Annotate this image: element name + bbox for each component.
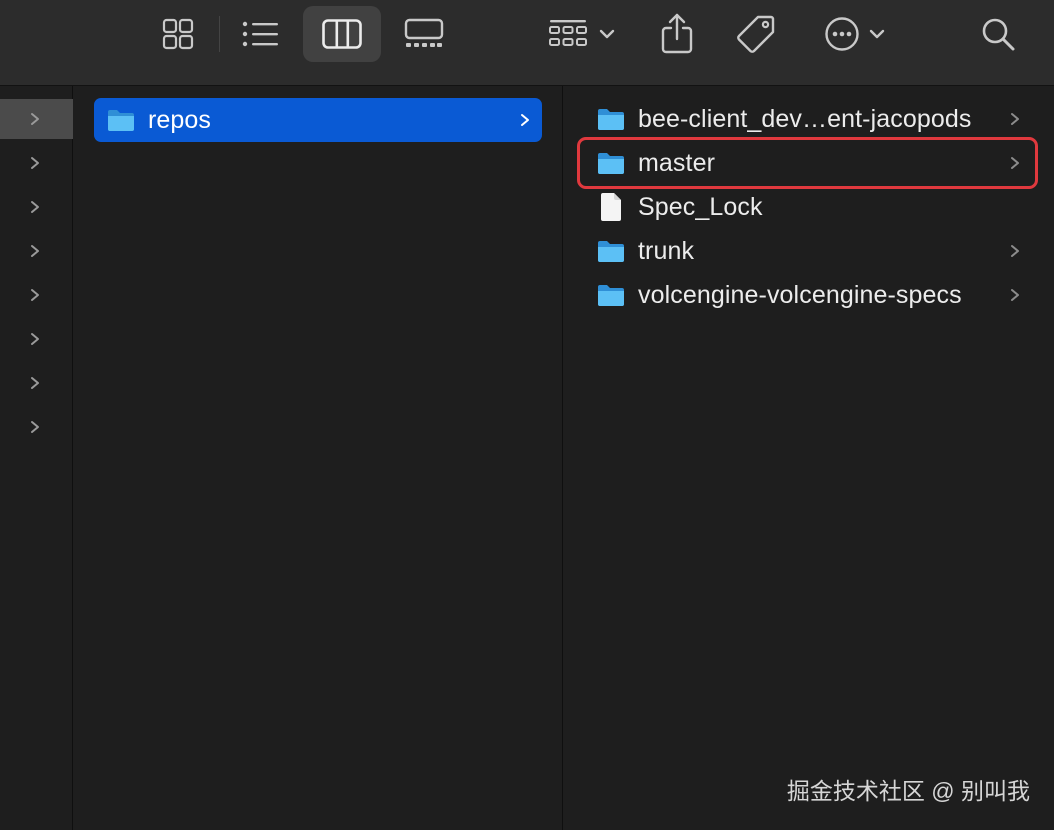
repos-contents-column: bee-client_dev…ent-jacopodsmaster Spec_Lo…: [564, 86, 1054, 830]
repos-parent-column: [74, 86, 563, 830]
parent-column-row[interactable]: [0, 363, 73, 403]
chevron-right-icon: [1011, 289, 1019, 301]
folder-icon: [596, 237, 626, 265]
gallery-icon: [404, 18, 444, 47]
chevron-right-icon: [31, 113, 39, 125]
folder-label: trunk: [638, 236, 695, 265]
folder-label: bee-client_dev…ent-jacopods: [638, 104, 972, 133]
file-row-spec-lock[interactable]: Spec_Lock: [596, 186, 1036, 228]
chevron-right-icon: [31, 157, 39, 169]
chevron-right-icon: [31, 421, 39, 433]
chevron-right-icon: [31, 245, 39, 257]
chevron-right-icon: [1011, 113, 1019, 125]
folder-row-bee-client-dev-ent-jacopods[interactable]: bee-client_dev…ent-jacopods: [596, 98, 1036, 140]
folder-row-trunk[interactable]: trunk: [596, 230, 1036, 272]
folder-label: master: [638, 148, 716, 177]
chevron-right-icon: [1011, 245, 1019, 257]
folder-icon: [596, 105, 626, 133]
parent-column-row[interactable]: [0, 99, 73, 139]
more-actions-button[interactable]: [816, 10, 894, 58]
folder-label: repos: [148, 105, 212, 134]
chevron-right-icon: [31, 333, 39, 345]
column-view-button[interactable]: [303, 6, 381, 62]
tag-icon: [737, 15, 775, 53]
watermark-text: 掘金技术社区 @ 别叫我: [786, 778, 1030, 804]
folder-icon: [106, 106, 136, 134]
ellipsis-circle-icon: [825, 17, 859, 51]
chevron-right-icon: [31, 377, 39, 389]
folder-row-volcengine-volcengine-specs[interactable]: volcengine-volcengine-specs: [596, 274, 1036, 316]
toolbar-separator: [219, 16, 220, 52]
chevron-right-icon: [31, 289, 39, 301]
parent-column-row[interactable]: [0, 275, 73, 315]
file-label: Spec_Lock: [638, 192, 763, 221]
share-button[interactable]: [654, 8, 700, 58]
group-grid-icon: [549, 20, 587, 46]
icon-view-button[interactable]: [152, 12, 204, 56]
chevron-right-icon: [1011, 157, 1019, 169]
folder-label: volcengine-volcengine-specs: [638, 280, 962, 309]
tag-button[interactable]: [732, 10, 780, 58]
parent-column: [0, 86, 73, 830]
document-icon: [596, 193, 626, 221]
chevron-right-icon: [31, 201, 39, 213]
chevron-right-icon: [521, 114, 529, 126]
parent-column-row[interactable]: [0, 231, 73, 271]
list-view-button[interactable]: [234, 12, 286, 56]
folder-icon: [596, 281, 626, 309]
parent-column-row[interactable]: [0, 407, 73, 447]
finder-toolbar: [0, 0, 1054, 86]
share-icon: [661, 13, 693, 54]
parent-column-row[interactable]: [0, 187, 73, 227]
parent-column-row[interactable]: [0, 319, 73, 359]
chevron-down-icon: [599, 29, 615, 39]
parent-column-row[interactable]: [0, 143, 73, 183]
search-button[interactable]: [974, 10, 1022, 58]
list-icon: [242, 21, 278, 47]
folder-row-content: repos: [106, 99, 211, 141]
chevron-down-icon: [869, 29, 885, 39]
folder-row-repos[interactable]: repos: [94, 98, 542, 142]
grid-icon: [162, 18, 194, 50]
columns-icon: [322, 19, 362, 49]
folder-row-master[interactable]: master: [596, 142, 1036, 184]
gallery-view-button[interactable]: [396, 12, 452, 56]
folder-icon: [596, 149, 626, 177]
group-menu-button[interactable]: [540, 10, 624, 58]
magnifier-icon: [982, 18, 1015, 51]
